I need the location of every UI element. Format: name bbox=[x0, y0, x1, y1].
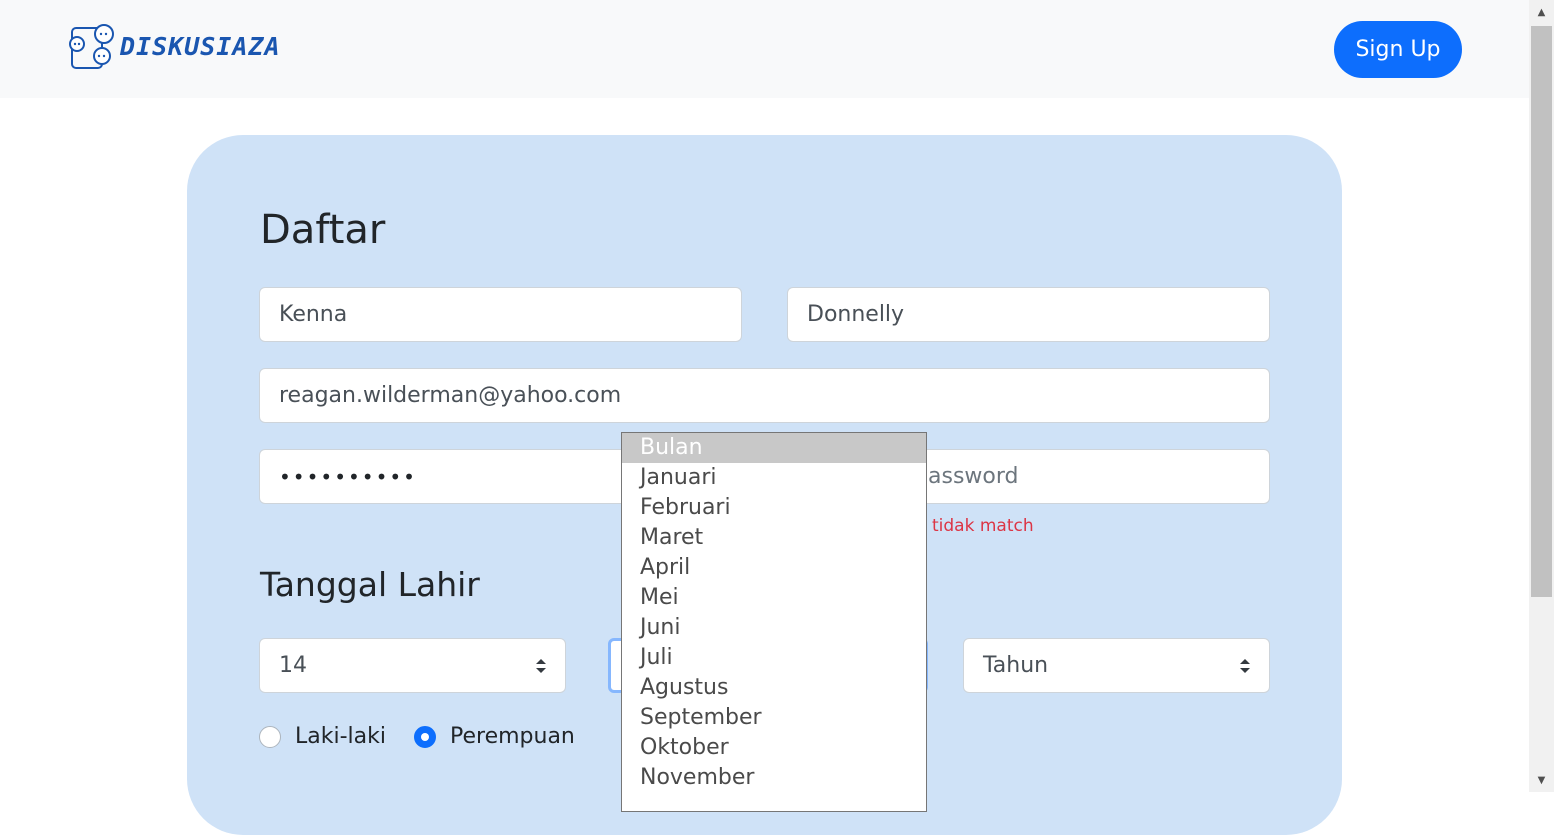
month-option[interactable]: April bbox=[622, 553, 926, 583]
month-option[interactable]: Bulan bbox=[622, 433, 926, 463]
radio-female-label: Perempuan bbox=[450, 724, 575, 749]
chat-bubbles-icon bbox=[69, 24, 114, 69]
month-option[interactable]: Mei bbox=[622, 583, 926, 613]
email-field[interactable]: reagan.wilderman@yahoo.com bbox=[259, 368, 1270, 423]
email-value: reagan.wilderman@yahoo.com bbox=[279, 383, 622, 408]
day-select-value: 14 bbox=[279, 653, 307, 678]
radio-male-label: Laki-laki bbox=[295, 724, 386, 749]
last-name-value: Donnelly bbox=[807, 302, 905, 327]
scroll-thumb[interactable] bbox=[1531, 26, 1552, 597]
page-scrollbar[interactable]: ▲ ▼ bbox=[1529, 0, 1554, 792]
select-arrows-icon bbox=[1240, 658, 1250, 673]
scroll-up-arrow-icon[interactable]: ▲ bbox=[1529, 2, 1554, 22]
password-value: •••••••••• bbox=[279, 464, 417, 489]
navbar: DISKUSIAZA Sign Up bbox=[0, 0, 1529, 98]
day-select[interactable]: 14 bbox=[259, 638, 566, 693]
month-dropdown-list[interactable]: Bulan Januari Februari Maret April Mei J… bbox=[621, 432, 927, 812]
month-option[interactable]: Juli bbox=[622, 643, 926, 673]
scroll-down-arrow-icon[interactable]: ▼ bbox=[1529, 770, 1554, 790]
month-option[interactable]: Maret bbox=[622, 523, 926, 553]
brand-name: DISKUSIAZA bbox=[120, 31, 281, 61]
last-name-field[interactable]: Donnelly bbox=[787, 287, 1270, 342]
month-option[interactable]: Agustus bbox=[622, 673, 926, 703]
year-select[interactable]: Tahun bbox=[963, 638, 1270, 693]
select-arrows-icon bbox=[536, 658, 546, 673]
dob-title: Tanggal Lahir bbox=[260, 565, 480, 604]
month-option[interactable]: September bbox=[622, 703, 926, 733]
first-name-value: Kenna bbox=[279, 302, 348, 327]
month-option[interactable]: Juni bbox=[622, 613, 926, 643]
brand-logo[interactable]: DISKUSIAZA bbox=[68, 22, 281, 70]
password-error-message: tidak match bbox=[932, 516, 1034, 536]
month-option[interactable]: Januari bbox=[622, 463, 926, 493]
gender-option-male[interactable]: Laki-laki bbox=[259, 724, 386, 749]
sign-up-button[interactable]: Sign Up bbox=[1334, 21, 1462, 78]
radio-female[interactable] bbox=[414, 725, 436, 748]
month-option[interactable]: Oktober bbox=[622, 733, 926, 763]
page-title: Daftar bbox=[260, 207, 386, 253]
radio-male[interactable] bbox=[259, 725, 281, 748]
gender-option-female[interactable]: Perempuan bbox=[414, 724, 575, 749]
first-name-field[interactable]: Kenna bbox=[259, 287, 742, 342]
confirm-password-placeholder: assword bbox=[928, 464, 1019, 489]
year-select-value: Tahun bbox=[983, 653, 1049, 678]
month-option[interactable]: Februari bbox=[622, 493, 926, 523]
month-option[interactable]: November bbox=[622, 763, 926, 793]
